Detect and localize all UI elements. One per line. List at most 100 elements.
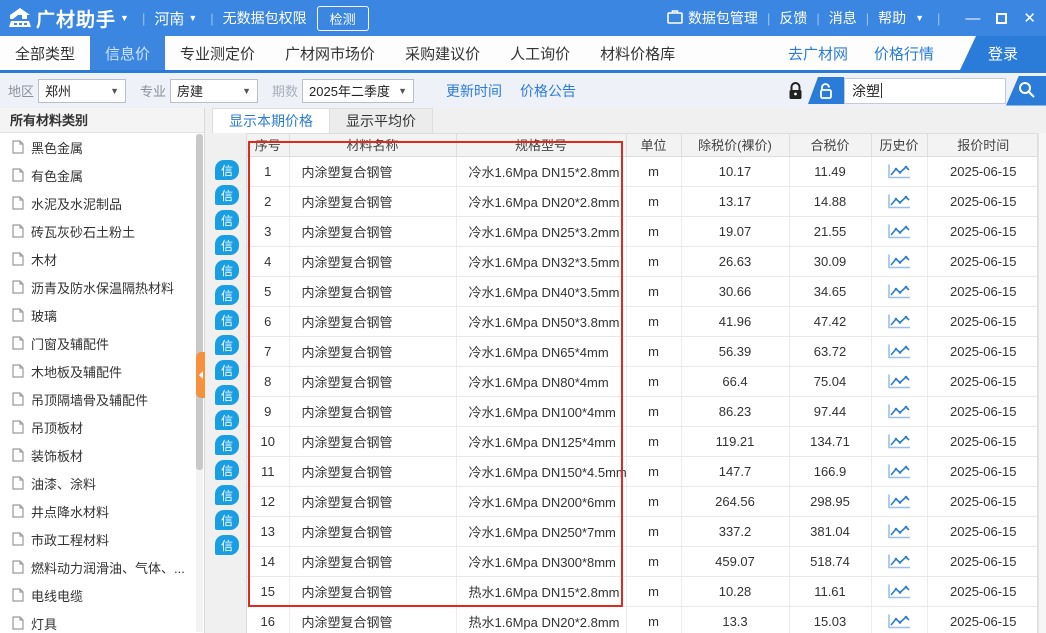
messages-button[interactable]: 消息 — [829, 8, 857, 28]
line-chart-icon[interactable] — [886, 493, 912, 510]
region-select[interactable]: 郑州 ▼ — [38, 79, 126, 103]
info-badge[interactable]: 信 — [215, 535, 239, 555]
lock-closed-icon[interactable] — [787, 81, 804, 101]
line-chart-icon[interactable] — [886, 163, 912, 180]
info-badge[interactable]: 信 — [215, 410, 239, 430]
table-row[interactable]: 14内涂塑复合钢管冷水1.6Mpa DN300*8mmm459.07518.74… — [247, 546, 1038, 576]
line-chart-icon[interactable] — [886, 373, 912, 390]
info-badge[interactable]: 信 — [215, 385, 239, 405]
info-badge[interactable]: 信 — [215, 260, 239, 280]
table-row[interactable]: 3内涂塑复合钢管冷水1.6Mpa DN25*3.2mmm19.0721.55 2… — [247, 216, 1038, 246]
lock-open-button[interactable] — [808, 77, 844, 104]
line-chart-icon[interactable] — [886, 583, 912, 600]
price-notice-link[interactable]: 价格公告 — [520, 81, 576, 101]
line-chart-icon[interactable] — [886, 343, 912, 360]
table-row[interactable]: 15内涂塑复合钢管热水1.6Mpa DN15*2.8mmm10.2811.61 … — [247, 576, 1038, 606]
region-switcher[interactable]: 河南 ▼ — [154, 8, 201, 29]
table-row[interactable]: 6内涂塑复合钢管冷水1.6Mpa DN50*3.8mmm41.9647.42 2… — [247, 306, 1038, 336]
sidebar-item-8[interactable]: 木地板及辅配件 — [0, 357, 204, 385]
line-chart-icon[interactable] — [886, 403, 912, 420]
info-badge[interactable]: 信 — [215, 485, 239, 505]
sidebar-item-2[interactable]: 水泥及水泥制品 — [0, 189, 204, 217]
price-market-link[interactable]: 价格行情 — [874, 43, 934, 64]
search-button[interactable] — [1006, 76, 1046, 106]
tab-current-price[interactable]: 显示本期价格 — [212, 108, 330, 133]
major-select[interactable]: 房建 ▼ — [170, 79, 258, 103]
nav-tab-6[interactable]: 材料价格库 — [585, 36, 690, 70]
sidebar-item-11[interactable]: 装饰板材 — [0, 441, 204, 469]
close-button[interactable]: ✕ — [1023, 9, 1036, 27]
table-row[interactable]: 1内涂塑复合钢管冷水1.6Mpa DN15*2.8mmm10.1711.49 2… — [247, 156, 1038, 186]
update-time-link[interactable]: 更新时间 — [446, 81, 502, 101]
search-input[interactable]: 涂塑 — [844, 78, 1006, 104]
sidebar-item-5[interactable]: 沥青及防水保温隔热材料 — [0, 273, 204, 301]
info-badge[interactable]: 信 — [215, 460, 239, 480]
help-button[interactable]: 帮助 ▼ — [878, 8, 928, 28]
sidebar-item-6[interactable]: 玻璃 — [0, 301, 204, 329]
sidebar-item-4[interactable]: 木材 — [0, 245, 204, 273]
info-badge[interactable]: 信 — [215, 185, 239, 205]
sidebar-item-0[interactable]: 黑色金属 — [0, 133, 204, 161]
data-package-button[interactable]: 数据包管理 — [667, 8, 758, 28]
table-row[interactable]: 7内涂塑复合钢管冷水1.6Mpa DN65*4mmm56.3963.72 202… — [247, 336, 1038, 366]
maximize-button[interactable] — [996, 13, 1007, 24]
table-row[interactable]: 4内涂塑复合钢管冷水1.6Mpa DN32*3.5mmm26.6330.09 2… — [247, 246, 1038, 276]
sidebar-item-9[interactable]: 吊顶隔墙骨及辅配件 — [0, 385, 204, 413]
table-row[interactable]: 13内涂塑复合钢管冷水1.6Mpa DN250*7mmm337.2381.04 … — [247, 516, 1038, 546]
sidebar-scrollbar-thumb[interactable] — [196, 134, 203, 470]
table-row[interactable]: 2内涂塑复合钢管冷水1.6Mpa DN20*2.8mmm13.1714.88 2… — [247, 186, 1038, 216]
table-row[interactable]: 11内涂塑复合钢管冷水1.6Mpa DN150*4.5mmm147.7166.9… — [247, 456, 1038, 486]
sidebar-collapse-handle[interactable] — [196, 352, 205, 398]
line-chart-icon[interactable] — [886, 283, 912, 300]
goto-guangcai-link[interactable]: 去广材网 — [788, 43, 848, 64]
login-button[interactable]: 登录 — [960, 36, 1046, 70]
sidebar-item-3[interactable]: 砖瓦灰砂石土粉土 — [0, 217, 204, 245]
sidebar-item-17[interactable]: 灯具 — [0, 609, 204, 633]
sidebar-item-13[interactable]: 井点降水材料 — [0, 497, 204, 525]
sidebar-item-1[interactable]: 有色金属 — [0, 161, 204, 189]
nav-tab-0[interactable]: 全部类型 — [0, 36, 90, 70]
nav-tab-2[interactable]: 专业测定价 — [165, 36, 270, 70]
info-badge[interactable]: 信 — [215, 335, 239, 355]
table-scrollbar-track[interactable] — [1038, 133, 1046, 633]
nav-tab-4[interactable]: 采购建议价 — [390, 36, 495, 70]
nav-tab-3[interactable]: 广材网市场价 — [270, 36, 390, 70]
sidebar-item-10[interactable]: 吊顶板材 — [0, 413, 204, 441]
nav-tab-1[interactable]: 信息价 — [90, 36, 165, 70]
line-chart-icon[interactable] — [886, 253, 912, 270]
tab-average-price[interactable]: 显示平均价 — [330, 108, 433, 133]
line-chart-icon[interactable] — [886, 223, 912, 240]
table-row[interactable]: 10内涂塑复合钢管冷水1.6Mpa DN125*4mmm119.21134.71… — [247, 426, 1038, 456]
period-select[interactable]: 2025年二季度 ▼ — [302, 79, 414, 103]
info-badge[interactable]: 信 — [215, 310, 239, 330]
line-chart-icon[interactable] — [886, 553, 912, 570]
line-chart-icon[interactable] — [886, 193, 912, 210]
info-badge[interactable]: 信 — [215, 435, 239, 455]
sidebar-item-12[interactable]: 油漆、涂料 — [0, 469, 204, 497]
sidebar-item-16[interactable]: 电线电缆 — [0, 581, 204, 609]
line-chart-icon[interactable] — [886, 433, 912, 450]
info-badge[interactable]: 信 — [215, 235, 239, 255]
table-row[interactable]: 12内涂塑复合钢管冷水1.6Mpa DN200*6mmm264.56298.95… — [247, 486, 1038, 516]
line-chart-icon[interactable] — [886, 523, 912, 540]
table-row[interactable]: 16内涂塑复合钢管热水1.6Mpa DN20*2.8mmm13.315.03 2… — [247, 606, 1038, 633]
sidebar-item-14[interactable]: 市政工程材料 — [0, 525, 204, 553]
info-badge[interactable]: 信 — [215, 210, 239, 230]
app-menu-caret-icon[interactable]: ▼ — [120, 13, 129, 23]
info-badge[interactable]: 信 — [215, 510, 239, 530]
sidebar-item-7[interactable]: 门窗及辅配件 — [0, 329, 204, 357]
check-button[interactable]: 检测 — [317, 6, 369, 31]
line-chart-icon[interactable] — [886, 463, 912, 480]
info-badge[interactable]: 信 — [215, 360, 239, 380]
sidebar-item-15[interactable]: 燃料动力润滑油、气体、... — [0, 553, 204, 581]
table-row[interactable]: 5内涂塑复合钢管冷水1.6Mpa DN40*3.5mmm30.6634.65 2… — [247, 276, 1038, 306]
info-badge[interactable]: 信 — [215, 160, 239, 180]
line-chart-icon[interactable] — [886, 313, 912, 330]
feedback-button[interactable]: 反馈 — [779, 8, 807, 28]
info-badge[interactable]: 信 — [215, 285, 239, 305]
table-row[interactable]: 8内涂塑复合钢管冷水1.6Mpa DN80*4mmm66.475.04 2025… — [247, 366, 1038, 396]
minimize-button[interactable]: — — [965, 10, 980, 27]
nav-tab-5[interactable]: 人工询价 — [495, 36, 585, 70]
table-row[interactable]: 9内涂塑复合钢管冷水1.6Mpa DN100*4mmm86.2397.44 20… — [247, 396, 1038, 426]
line-chart-icon[interactable] — [886, 613, 912, 630]
